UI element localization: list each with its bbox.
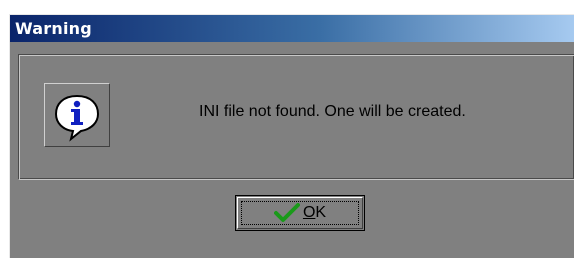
warning-dialog: Warning INI file not found. One will be … (9, 14, 574, 258)
ok-button[interactable]: OK (235, 195, 365, 231)
checkmark-icon (273, 203, 300, 222)
message-text: INI file not found. One will be created. (199, 103, 466, 120)
info-icon-frame (44, 83, 110, 147)
ok-button-label: OK (303, 204, 326, 222)
title-bar[interactable]: Warning (10, 15, 574, 42)
ok-label-rest: K (315, 204, 327, 221)
ok-mnemonic: O (302, 204, 316, 221)
window-title: Warning (15, 19, 92, 38)
ok-button-content: OK (236, 196, 364, 230)
info-icon (54, 94, 100, 142)
message-panel: INI file not found. One will be created. (18, 54, 574, 180)
